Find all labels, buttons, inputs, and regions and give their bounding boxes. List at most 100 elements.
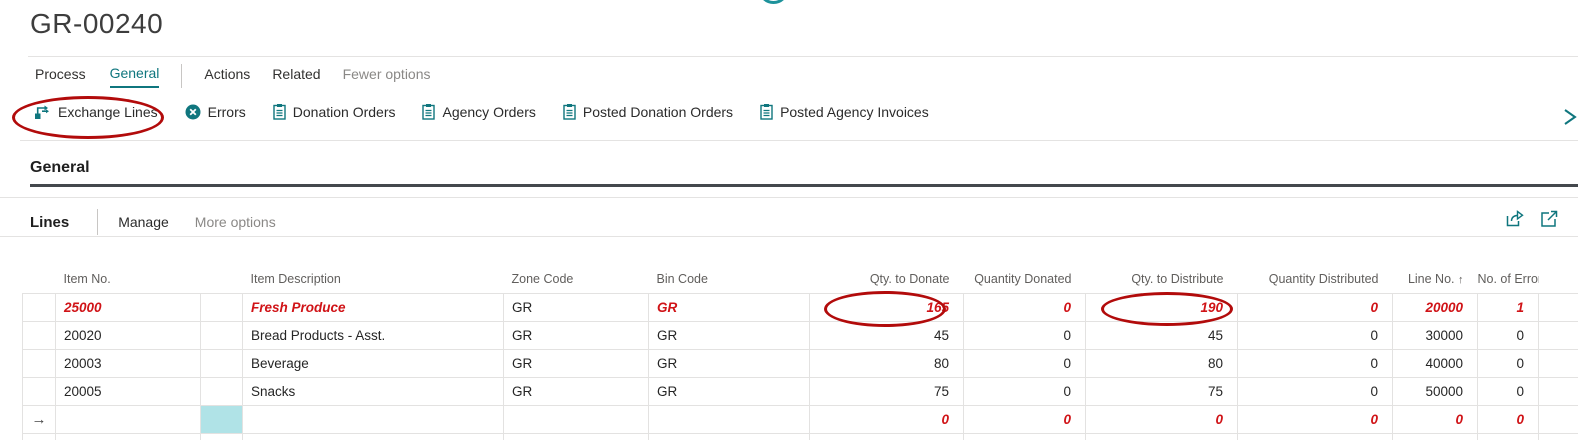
posted-donation-orders-button[interactable]: Posted Donation Orders: [563, 104, 733, 120]
share-icon[interactable]: [1504, 209, 1525, 229]
row-selector[interactable]: [23, 377, 56, 405]
cell-qty-to-donate[interactable]: 165: [810, 293, 964, 321]
sort-ascending-icon: ↑: [1458, 274, 1464, 286]
cell-line-no[interactable]: 50000: [1393, 377, 1478, 405]
col-header-qty-to-donate[interactable]: Qty. to Donate: [810, 265, 964, 293]
cell-qty-to-donate[interactable]: 0: [810, 405, 964, 433]
cell-zone-code[interactable]: GR: [504, 293, 649, 321]
col-header-qty-to-distribute[interactable]: Qty. to Distribute: [1086, 265, 1238, 293]
cell-quantity-distributed[interactable]: 0: [1238, 377, 1393, 405]
exchange-lines-icon: [34, 104, 51, 120]
row-selector[interactable]: [23, 321, 56, 349]
cell-item-description[interactable]: Snacks: [243, 377, 504, 405]
lines-manage-menu[interactable]: Manage: [118, 214, 169, 230]
cell-quantity-donated[interactable]: 0: [964, 349, 1086, 377]
cell-zone-code[interactable]: GR: [504, 321, 649, 349]
agency-orders-button[interactable]: Agency Orders: [422, 104, 535, 120]
cell-item-description-empty[interactable]: [243, 405, 504, 433]
cell-item-no[interactable]: 20005: [56, 377, 201, 405]
col-header-no-of-errors[interactable]: No. of Errors: [1478, 265, 1539, 293]
selected-cell[interactable]: [201, 405, 243, 433]
cell-item-no-empty[interactable]: [56, 405, 201, 433]
action-toolbar: Exchange Lines Errors Donation Orders: [34, 104, 929, 120]
cell-line-no[interactable]: 0: [1393, 405, 1478, 433]
col-header-quantity-distributed[interactable]: Quantity Distributed: [1238, 265, 1393, 293]
cell-qty-to-donate[interactable]: 45: [810, 321, 964, 349]
posted-donation-orders-label: Posted Donation Orders: [583, 104, 733, 120]
cell-item-no[interactable]: 20003: [56, 349, 201, 377]
table-new-row: → 0 0 0 0 0 0: [23, 405, 1578, 433]
cell-qty-to-distribute[interactable]: 0: [1086, 405, 1238, 433]
tab-fewer-options[interactable]: Fewer options: [343, 66, 431, 87]
cell-no-of-errors[interactable]: 1: [1478, 293, 1539, 321]
cell-line-no[interactable]: 30000: [1393, 321, 1478, 349]
toolbar-overflow-chevron-icon[interactable]: [1561, 106, 1578, 133]
col-header-item-description[interactable]: Item Description: [243, 265, 504, 293]
cell-attachment[interactable]: [201, 377, 243, 405]
cell-filler: [1539, 293, 1578, 321]
cell-item-no[interactable]: 20020: [56, 321, 201, 349]
error-circle-x-icon: [185, 104, 201, 120]
cell-bin-code[interactable]: GR: [649, 293, 810, 321]
cell-quantity-distributed[interactable]: 0: [1238, 349, 1393, 377]
tab-general[interactable]: General: [110, 65, 160, 88]
cell-qty-to-donate[interactable]: 80: [810, 349, 964, 377]
cell-zone-code[interactable]: GR: [504, 377, 649, 405]
cell-attachment[interactable]: [201, 349, 243, 377]
cell-no-of-errors[interactable]: 0: [1478, 349, 1539, 377]
cell-zone-code[interactable]: GR: [504, 349, 649, 377]
cell-line-no[interactable]: 20000: [1393, 293, 1478, 321]
cell-item-description[interactable]: Fresh Produce: [243, 293, 504, 321]
cell-line-no[interactable]: 40000: [1393, 349, 1478, 377]
col-header-zone-code[interactable]: Zone Code: [504, 265, 649, 293]
row-selector[interactable]: [23, 293, 56, 321]
exchange-lines-button[interactable]: Exchange Lines: [34, 104, 158, 120]
cell-attachment[interactable]: [201, 321, 243, 349]
posted-agency-invoices-button[interactable]: Posted Agency Invoices: [760, 104, 929, 120]
cell-quantity-donated[interactable]: 0: [964, 405, 1086, 433]
cell-quantity-donated[interactable]: 0: [964, 377, 1086, 405]
cell-no-of-errors[interactable]: 0: [1478, 377, 1539, 405]
cell-no-of-errors[interactable]: 0: [1478, 321, 1539, 349]
page-title: GR-00240: [30, 8, 163, 40]
col-header-attachment: [201, 265, 243, 293]
lines-title[interactable]: Lines: [30, 214, 69, 231]
cell-no-of-errors[interactable]: 0: [1478, 405, 1539, 433]
cell-qty-to-distribute[interactable]: 45: [1086, 321, 1238, 349]
cell-quantity-distributed[interactable]: 0: [1238, 321, 1393, 349]
cell-bin-code[interactable]: GR: [649, 349, 810, 377]
col-header-quantity-donated[interactable]: Quantity Donated: [964, 265, 1086, 293]
cell-filler: [1539, 405, 1578, 433]
lines-more-options[interactable]: More options: [195, 214, 276, 230]
col-header-item-no[interactable]: Item No.: [56, 265, 201, 293]
cell-qty-to-distribute[interactable]: 80: [1086, 349, 1238, 377]
tab-actions[interactable]: Actions: [204, 66, 250, 87]
cell-zone-code-empty[interactable]: [504, 405, 649, 433]
cell-bin-code-empty[interactable]: [649, 405, 810, 433]
cell-item-description[interactable]: Beverage: [243, 349, 504, 377]
tab-related[interactable]: Related: [272, 66, 320, 87]
general-section-rule: [30, 184, 1578, 187]
cell-bin-code[interactable]: GR: [649, 321, 810, 349]
row-selector[interactable]: [23, 349, 56, 377]
errors-button[interactable]: Errors: [185, 104, 246, 120]
cell-attachment[interactable]: [201, 293, 243, 321]
cell-quantity-donated[interactable]: 0: [964, 321, 1086, 349]
cell-quantity-donated[interactable]: 0: [964, 293, 1086, 321]
general-section-title[interactable]: General: [30, 159, 90, 177]
cell-item-no[interactable]: 25000: [56, 293, 201, 321]
document-icon: [563, 104, 576, 120]
donation-orders-button[interactable]: Donation Orders: [273, 104, 396, 120]
cell-qty-to-distribute[interactable]: 75: [1086, 377, 1238, 405]
cell-item-description[interactable]: Bread Products - Asst.: [243, 321, 504, 349]
tab-process[interactable]: Process: [35, 66, 86, 87]
cell-qty-to-donate[interactable]: 75: [810, 377, 964, 405]
cell-bin-code[interactable]: GR: [649, 377, 810, 405]
cell-quantity-distributed[interactable]: 0: [1238, 405, 1393, 433]
exchange-lines-label: Exchange Lines: [58, 104, 158, 120]
col-header-bin-code[interactable]: Bin Code: [649, 265, 810, 293]
focus-mode-expand-icon[interactable]: [1539, 209, 1559, 229]
cell-quantity-distributed[interactable]: 0: [1238, 293, 1393, 321]
col-header-line-no[interactable]: Line No. ↑: [1393, 265, 1478, 293]
cell-qty-to-distribute[interactable]: 190: [1086, 293, 1238, 321]
